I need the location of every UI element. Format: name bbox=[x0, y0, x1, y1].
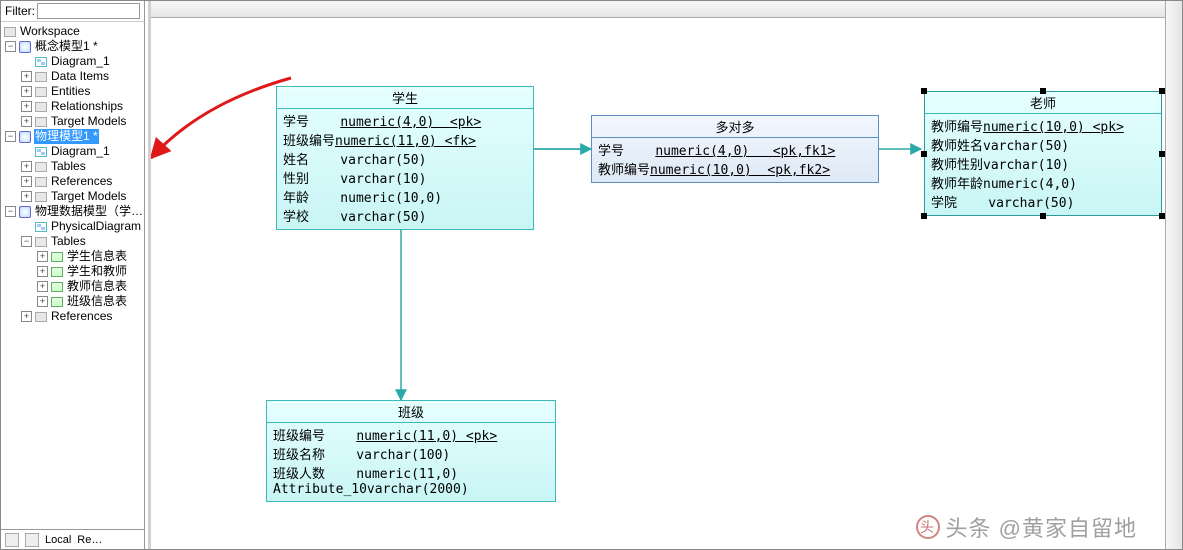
column-row: 年龄 numeric(10,0) bbox=[283, 187, 527, 206]
expand-icon[interactable]: + bbox=[21, 161, 32, 172]
filter-row: Filter: bbox=[1, 1, 144, 22]
tab-repo[interactable]: Re… bbox=[77, 534, 102, 546]
tree-diagram[interactable]: Diagram_1 bbox=[1, 144, 144, 159]
expand-icon[interactable]: + bbox=[37, 251, 48, 262]
column-row: Attribute_10varchar(2000) bbox=[273, 482, 549, 497]
column-row: 学号 numeric(4,0) <pk> bbox=[283, 111, 527, 130]
entity-student[interactable]: 学生 学号 numeric(4,0) <pk>班级编号numeric(11,0)… bbox=[276, 86, 534, 230]
filter-input[interactable] bbox=[37, 3, 140, 19]
entity-assoc[interactable]: 多对多 学号 numeric(4,0) <pk,fk1>教师编号numeric(… bbox=[591, 115, 879, 183]
expand-icon[interactable]: + bbox=[21, 86, 32, 97]
selection-handle[interactable] bbox=[921, 213, 927, 219]
selection-handle[interactable] bbox=[1040, 213, 1046, 219]
column-row: 教师年龄numeric(4,0) bbox=[931, 173, 1155, 192]
expand-icon[interactable]: + bbox=[21, 116, 32, 127]
bottom-tabs: Local Re… bbox=[1, 529, 144, 549]
expand-icon[interactable]: + bbox=[37, 266, 48, 277]
entity-columns: 学号 numeric(4,0) <pk>班级编号numeric(11,0) <f… bbox=[277, 109, 533, 229]
column-row: 教师姓名varchar(50) bbox=[931, 135, 1155, 154]
column-row: 学号 numeric(4,0) <pk,fk1> bbox=[598, 140, 872, 159]
selection-handle[interactable] bbox=[1159, 213, 1165, 219]
expand-icon[interactable]: + bbox=[37, 281, 48, 292]
tree-phys-diagram[interactable]: PhysicalDiagram bbox=[1, 219, 144, 234]
expand-icon[interactable]: + bbox=[21, 191, 32, 202]
expand-icon[interactable]: + bbox=[21, 311, 32, 322]
watermark: 头 头条 @黄家自留地 bbox=[916, 511, 1137, 543]
tree-model-physical[interactable]: −物理模型1 * bbox=[1, 129, 144, 144]
column-row: 姓名 varchar(50) bbox=[283, 149, 527, 168]
collapse-icon[interactable]: − bbox=[21, 236, 32, 247]
selection-handle[interactable] bbox=[921, 88, 927, 94]
expand-icon[interactable]: + bbox=[21, 101, 32, 112]
object-browser: Filter: Workspace −概念模型1 * Diagram_1 +Da… bbox=[1, 1, 145, 549]
tree-model-concept[interactable]: −概念模型1 * bbox=[1, 39, 144, 54]
tree-table-item[interactable]: +班级信息表 bbox=[1, 294, 144, 309]
filter-label: Filter: bbox=[5, 4, 35, 18]
refresh-icon[interactable] bbox=[5, 533, 19, 547]
entity-title: 学生 bbox=[277, 87, 533, 109]
diagram-canvas[interactable]: 学生 学号 numeric(4,0) <pk>班级编号numeric(11,0)… bbox=[148, 1, 1182, 549]
column-row: 班级名称 varchar(100) bbox=[273, 444, 549, 463]
selection-handle[interactable] bbox=[921, 151, 927, 157]
collapse-icon[interactable]: − bbox=[5, 41, 16, 52]
canvas-inner[interactable]: 学生 学号 numeric(4,0) <pk>班级编号numeric(11,0)… bbox=[151, 18, 1165, 549]
collapse-icon[interactable]: − bbox=[5, 131, 16, 142]
column-row: 学校 varchar(50) bbox=[283, 206, 527, 225]
tree-tables[interactable]: −Tables bbox=[1, 234, 144, 249]
tree-entities[interactable]: +Entities bbox=[1, 84, 144, 99]
entity-class[interactable]: 班级 班级编号 numeric(11,0) <pk>班级名称 varchar(1… bbox=[266, 400, 556, 502]
tree-data-items[interactable]: +Data Items bbox=[1, 69, 144, 84]
expand-icon[interactable]: + bbox=[37, 296, 48, 307]
tree-references[interactable]: +References bbox=[1, 174, 144, 189]
tree-table-item[interactable]: +学生信息表 bbox=[1, 249, 144, 264]
column-row: 性别 varchar(10) bbox=[283, 168, 527, 187]
entity-title: 班级 bbox=[267, 401, 555, 423]
expand-icon[interactable]: + bbox=[21, 71, 32, 82]
tree-tables[interactable]: +Tables bbox=[1, 159, 144, 174]
column-row: 教师编号numeric(10,0) <pk> bbox=[931, 116, 1155, 135]
tree-model-phys-data[interactable]: −物理数据模型（学… bbox=[1, 204, 144, 219]
column-row: 班级人数 numeric(11,0) bbox=[273, 463, 549, 482]
selection-handle[interactable] bbox=[1159, 88, 1165, 94]
view-icon[interactable] bbox=[25, 533, 39, 547]
entity-columns: 班级编号 numeric(11,0) <pk>班级名称 varchar(100)… bbox=[267, 423, 555, 501]
tree-diagram[interactable]: Diagram_1 bbox=[1, 54, 144, 69]
entity-teacher[interactable]: 老师 教师编号numeric(10,0) <pk>教师姓名varchar(50)… bbox=[924, 91, 1162, 216]
tree-relationships[interactable]: +Relationships bbox=[1, 99, 144, 114]
column-row: 班级编号 numeric(11,0) <pk> bbox=[273, 425, 549, 444]
tree-target-models[interactable]: +Target Models bbox=[1, 114, 144, 129]
tree-table-item[interactable]: +教师信息表 bbox=[1, 279, 144, 294]
column-row: 教师性别varchar(10) bbox=[931, 154, 1155, 173]
column-row: 教师编号numeric(10,0) <pk,fk2> bbox=[598, 159, 872, 178]
tree-root[interactable]: Workspace bbox=[1, 24, 144, 39]
selection-handle[interactable] bbox=[1159, 151, 1165, 157]
tree-target-models[interactable]: +Target Models bbox=[1, 189, 144, 204]
tree-references[interactable]: +References bbox=[1, 309, 144, 324]
watermark-icon: 头 bbox=[916, 515, 940, 539]
tab-local[interactable]: Local bbox=[45, 534, 71, 546]
entity-columns: 学号 numeric(4,0) <pk,fk1>教师编号numeric(10,0… bbox=[592, 138, 878, 182]
selection-handle[interactable] bbox=[1040, 88, 1046, 94]
entity-columns: 教师编号numeric(10,0) <pk>教师姓名varchar(50) 教师… bbox=[925, 114, 1161, 215]
entity-title: 老师 bbox=[925, 92, 1161, 114]
tree-table-item[interactable]: +学生和教师 bbox=[1, 264, 144, 279]
horizontal-scrollbar[interactable] bbox=[151, 1, 1182, 18]
collapse-icon[interactable]: − bbox=[5, 206, 16, 217]
tree[interactable]: Workspace −概念模型1 * Diagram_1 +Data Items… bbox=[1, 22, 144, 529]
entity-title: 多对多 bbox=[592, 116, 878, 138]
vertical-scrollbar[interactable] bbox=[1165, 1, 1182, 549]
column-row: 学院 varchar(50) bbox=[931, 192, 1155, 211]
expand-icon[interactable]: + bbox=[21, 176, 32, 187]
column-row: 班级编号numeric(11,0) <fk> bbox=[283, 130, 527, 149]
